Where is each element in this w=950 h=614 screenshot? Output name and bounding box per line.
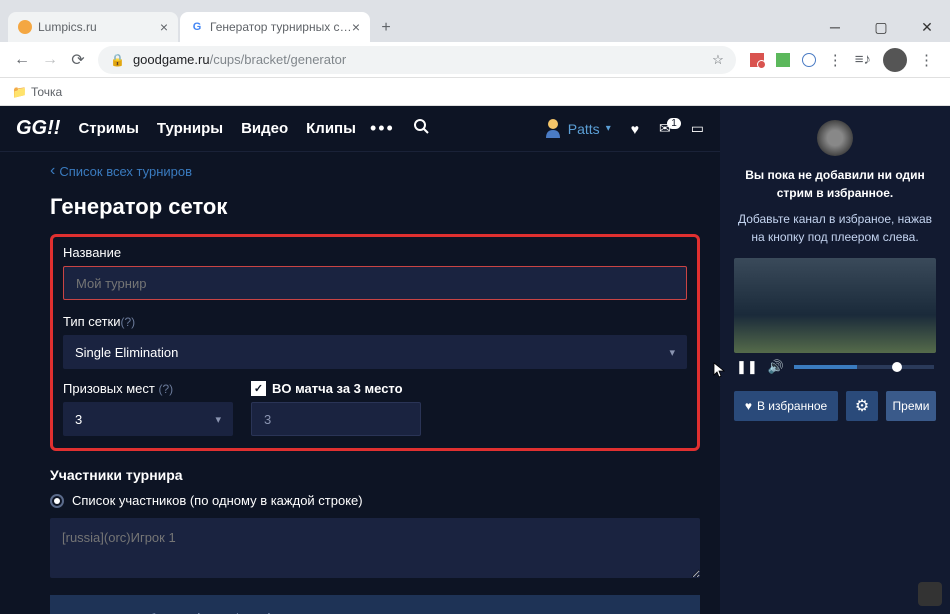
star-icon[interactable]: ☆: [712, 52, 724, 68]
search-icon[interactable]: [413, 118, 429, 139]
url-path: /cups/bracket/generator: [210, 52, 347, 67]
bookmark-item[interactable]: Точка: [31, 85, 62, 99]
name-label: Название: [63, 245, 687, 260]
nav-video[interactable]: Видео: [241, 120, 288, 137]
playlist-icon[interactable]: ≡♪: [855, 51, 871, 68]
browser-tab[interactable]: Lumpics.ru ×: [8, 12, 178, 42]
bo-third-place-checkbox[interactable]: ✓ BO матча за 3 место: [251, 381, 421, 396]
folder-icon: 📁: [12, 85, 27, 99]
add-favorite-button[interactable]: ♥ В избранное: [734, 391, 838, 421]
extension-icon[interactable]: [802, 53, 816, 67]
tab-favicon: G: [190, 20, 204, 34]
video-preview[interactable]: [734, 258, 936, 353]
sidebar-message-1: Вы пока не добавили ни один стрим в избр…: [734, 166, 936, 202]
back-link[interactable]: Список всех турниров: [50, 162, 192, 180]
new-tab-button[interactable]: +: [372, 14, 400, 42]
close-icon[interactable]: ×: [352, 19, 360, 35]
participants-heading: Участники турнира: [50, 467, 700, 483]
minimize-button[interactable]: ─: [812, 19, 858, 35]
back-button[interactable]: ←: [8, 46, 36, 74]
site-logo[interactable]: GG!!: [16, 117, 60, 140]
type-label: Тип сетки(?): [63, 314, 687, 329]
premium-button[interactable]: Преми: [886, 391, 936, 421]
card-icon[interactable]: ▭: [691, 120, 704, 137]
prize-label: Призовых мест (?): [63, 381, 233, 396]
mouse-cursor: [713, 362, 727, 380]
forward-button[interactable]: →: [36, 46, 64, 74]
mail-icon[interactable]: ✉1: [659, 120, 671, 137]
tab-title: Lumpics.ru: [38, 20, 97, 34]
nav-tournaments[interactable]: Турниры: [157, 120, 223, 137]
tab-favicon: [18, 20, 32, 34]
notification-badge[interactable]: [918, 582, 942, 606]
tab-title: Генератор турнирных сеток —: [210, 20, 352, 34]
raccoon-icon: [817, 120, 853, 156]
browser-tab[interactable]: G Генератор турнирных сеток — ×: [180, 12, 370, 42]
user-menu[interactable]: Patts ▾: [544, 118, 611, 140]
settings-button[interactable]: ⚙: [846, 391, 878, 421]
url-host: goodgame.ru: [133, 52, 210, 67]
bracket-type-select[interactable]: Single Elimination: [63, 335, 687, 369]
extension-icon[interactable]: [750, 53, 764, 67]
highlighted-form-section: Название Тип сетки(?) Single Elimination…: [50, 234, 700, 451]
sidebar-message-2: Добавьте канал в избраное, нажав на кноп…: [734, 210, 936, 246]
checkbox-icon: ✓: [251, 381, 266, 396]
prize-places-select[interactable]: 3: [63, 402, 233, 436]
address-bar[interactable]: 🔒 goodgame.ru/cups/bracket/generator ☆: [98, 46, 736, 74]
hint-box: Вы можете добавить флаг и/или франкцию к…: [50, 595, 700, 614]
profile-avatar[interactable]: [883, 48, 907, 72]
volume-icon[interactable]: 🔊: [768, 359, 784, 375]
mail-count: 1: [667, 118, 681, 129]
kebab-icon[interactable]: ⋮: [919, 51, 934, 69]
nav-clips[interactable]: Клипы: [306, 120, 356, 137]
username: Patts: [568, 121, 600, 137]
reload-button[interactable]: ⟳: [64, 46, 92, 74]
lock-icon: 🔒: [110, 53, 125, 67]
extension-icon[interactable]: [776, 53, 790, 67]
radio-icon: [50, 494, 64, 508]
favorites-icon[interactable]: ♥: [631, 121, 639, 137]
participants-textarea[interactable]: [50, 518, 700, 578]
pause-icon[interactable]: ❚❚: [736, 359, 758, 375]
tournament-name-input[interactable]: [63, 266, 687, 300]
menu-icon[interactable]: ⋮: [828, 51, 843, 69]
close-window-button[interactable]: ✕: [904, 19, 950, 36]
nav-streams[interactable]: Стримы: [78, 120, 138, 137]
page-title: Генератор сеток: [50, 194, 700, 220]
participants-list-radio[interactable]: Список участников (по одному в каждой ст…: [50, 493, 700, 508]
bo-value-input[interactable]: [251, 402, 421, 436]
user-icon: [544, 118, 562, 140]
close-icon[interactable]: ×: [160, 19, 168, 35]
video-progress[interactable]: [794, 365, 934, 369]
more-icon[interactable]: •••: [370, 118, 395, 139]
maximize-button[interactable]: ▢: [858, 19, 904, 36]
